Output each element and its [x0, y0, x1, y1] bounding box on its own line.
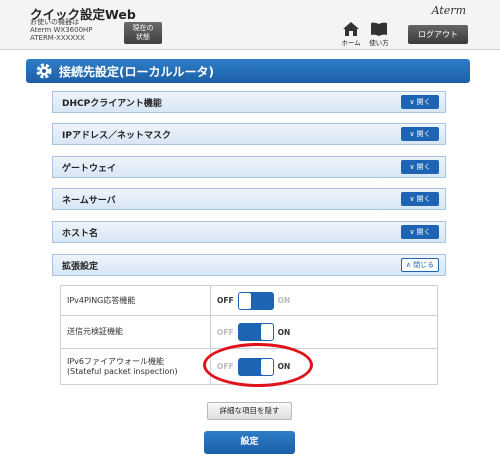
- expand-button[interactable]: ∨ 開く: [401, 95, 439, 109]
- setting-row-ipv4-ping: IPv4PING応答機能 OFF ON: [60, 285, 438, 316]
- gear-icon: [36, 63, 52, 79]
- current-status-button[interactable]: 現在の 状態: [124, 22, 162, 44]
- device-model: Aterm WX3600HP: [30, 26, 93, 34]
- book-icon: [371, 22, 387, 36]
- expand-button[interactable]: ∨ 開く: [401, 160, 439, 174]
- expand-button[interactable]: ∨ 開く: [401, 127, 439, 141]
- accordion-name-server[interactable]: ネームサーバ ∨ 開く: [52, 188, 446, 210]
- accordion-label: ホスト名: [62, 229, 99, 239]
- accordion-label: ネームサーバ: [62, 196, 116, 206]
- section-header: 接続先設定(ローカルルータ): [26, 59, 470, 83]
- highlight-annotation: [203, 343, 313, 387]
- help-button[interactable]: 使い方: [366, 22, 392, 47]
- device-id: ATERM-XXXXXX: [30, 34, 85, 42]
- toggle-knob: [238, 292, 251, 309]
- device-label: お使いの機器は: [30, 18, 79, 26]
- expand-button-label: 開く: [416, 98, 431, 106]
- accordion-dhcp-client[interactable]: DHCPクライアント機能 ∨ 開く: [52, 91, 446, 113]
- current-status-label: 現在の 状態: [132, 24, 154, 41]
- accordion-label: IPアドレス／ネットマスク: [62, 131, 171, 141]
- expand-button-label: 開く: [416, 130, 431, 138]
- header-bar: クイック設定Web お使いの機器は Aterm WX3600HP ATERM-X…: [0, 0, 500, 50]
- collapse-button[interactable]: ∧ 閉じる: [401, 258, 439, 272]
- toggle-knob: [260, 324, 273, 340]
- home-icon: [343, 22, 359, 36]
- brand-logo: Aterm: [431, 4, 466, 17]
- setting-label-line1: IPv6ファイアウォール機能: [67, 356, 165, 366]
- expand-button-label: 開く: [416, 195, 431, 203]
- expand-button[interactable]: ∨ 開く: [401, 192, 439, 206]
- expand-button-label: 開く: [416, 228, 431, 236]
- accordion-extended-settings[interactable]: 拡張設定 ∧ 閉じる: [52, 254, 446, 276]
- accordion-label: DHCPクライアント機能: [62, 99, 162, 109]
- setting-label: IPv6ファイアウォール機能 (Stateful packet inspecti…: [60, 348, 211, 385]
- hide-details-button[interactable]: 詳細な項目を隠す: [207, 402, 292, 420]
- logout-button[interactable]: ログアウト: [408, 25, 468, 44]
- setting-label-line2: (Stateful packet inspection): [67, 366, 178, 376]
- toggle-off-label: OFF: [217, 296, 234, 305]
- source-verification-toggle[interactable]: OFF ON: [217, 323, 290, 341]
- setting-label: 送信元検証機能: [60, 315, 211, 349]
- accordion-gateway[interactable]: ゲートウェイ ∨ 開く: [52, 156, 446, 178]
- collapse-button-label: 閉じる: [413, 261, 435, 269]
- home-label: ホーム: [341, 39, 361, 47]
- accordion-hostname[interactable]: ホスト名 ∨ 開く: [52, 221, 446, 243]
- home-button[interactable]: ホーム: [338, 22, 364, 47]
- expand-button[interactable]: ∨ 開く: [401, 225, 439, 239]
- accordion-label: 拡張設定: [62, 262, 99, 272]
- accordion-ip-netmask[interactable]: IPアドレス／ネットマスク ∨ 開く: [52, 123, 446, 145]
- toggle-off-label: OFF: [217, 327, 234, 337]
- setting-label: IPv4PING応答機能: [60, 285, 211, 316]
- toggle-track: [237, 323, 274, 341]
- ipv4-ping-toggle[interactable]: OFF ON: [217, 291, 291, 310]
- expand-button-label: 開く: [416, 163, 431, 171]
- toggle-on-label: ON: [277, 296, 291, 305]
- toggle-track: [237, 291, 274, 310]
- submit-button[interactable]: 設定: [204, 431, 295, 454]
- toggle-on-label: ON: [277, 327, 291, 337]
- section-title: 接続先設定(ローカルルータ): [59, 65, 214, 79]
- help-label: 使い方: [369, 39, 389, 47]
- accordion-label: ゲートウェイ: [62, 164, 117, 174]
